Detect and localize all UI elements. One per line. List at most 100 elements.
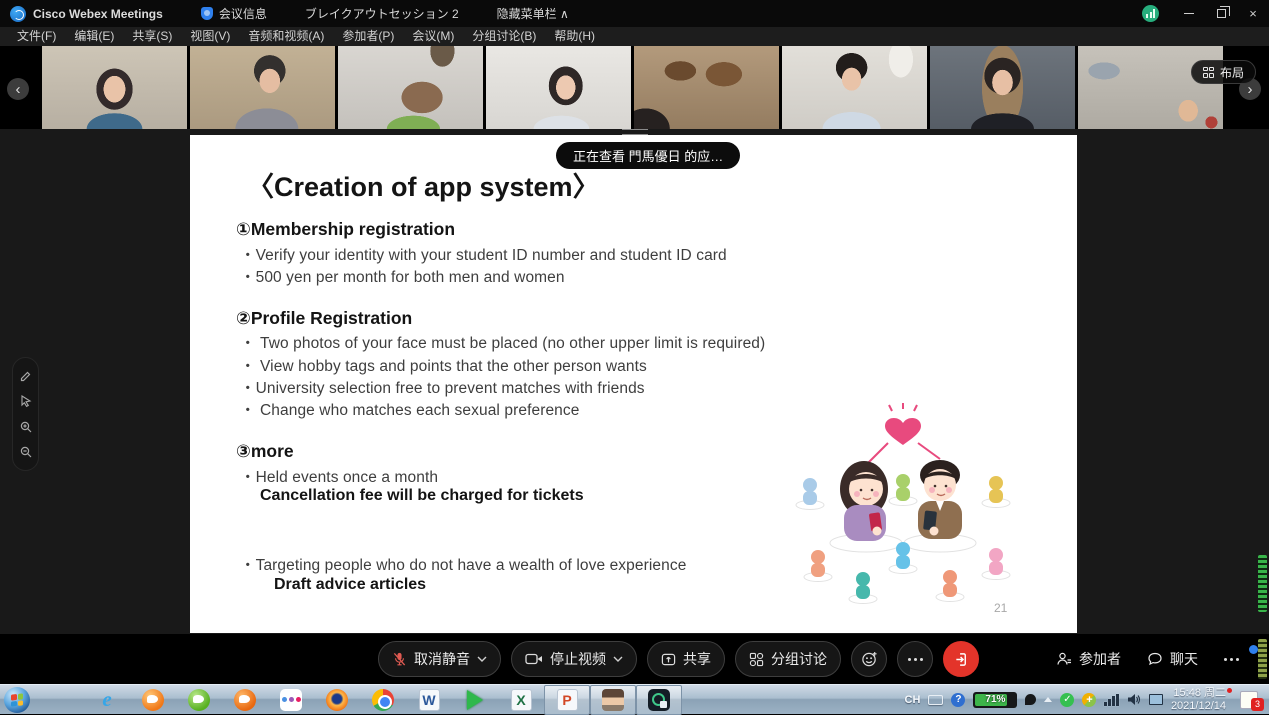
- taskbar-app-word[interactable]: W: [406, 685, 452, 715]
- uc-browser-icon: [234, 689, 256, 711]
- taskbar-app-video-player[interactable]: [452, 685, 498, 715]
- participants-label: 参加者: [1079, 649, 1121, 669]
- tray-clock[interactable]: 15:48 周二 2021/12/14: [1171, 687, 1232, 713]
- zoom-out-icon[interactable]: [19, 445, 33, 459]
- taskbar-app-excel[interactable]: X: [498, 685, 544, 715]
- notification-dot: [1249, 645, 1258, 654]
- viewing-banner: 正在查看 門馬優日 的应…: [556, 142, 740, 169]
- restore-icon: [1217, 9, 1226, 18]
- zoom-in-icon[interactable]: [19, 420, 33, 434]
- breakout-grid-icon: [749, 652, 764, 667]
- section3-bullet-1: ・Held events once a month: [240, 465, 438, 487]
- meeting-info-button[interactable]: 会议信息: [201, 5, 267, 22]
- webex-logo-icon: [10, 6, 26, 22]
- strip-scroll-left-button[interactable]: ‹: [7, 78, 29, 100]
- mic-muted-icon: [392, 651, 407, 667]
- messenger-tray-icon[interactable]: ✓: [1060, 693, 1074, 707]
- network-connection-icon[interactable]: [1149, 694, 1163, 705]
- menu-breakout[interactable]: 分组讨论(B): [463, 27, 545, 46]
- chevron-down-icon[interactable]: [477, 656, 487, 662]
- network-signal-icon[interactable]: [1104, 694, 1119, 706]
- restore-button[interactable]: [1205, 0, 1237, 27]
- hide-menubar-button[interactable]: 隐藏菜单栏 ∧: [497, 5, 569, 22]
- taskbar-app-chat[interactable]: [590, 685, 636, 715]
- menu-help[interactable]: 帮助(H): [545, 27, 604, 46]
- menu-share[interactable]: 共享(S): [123, 27, 181, 46]
- section1-heading: ①Membership registration: [236, 219, 455, 240]
- help-icon[interactable]: ?: [951, 693, 965, 707]
- taskbar-app-webex[interactable]: [636, 685, 682, 715]
- participant-video-7[interactable]: [930, 46, 1075, 129]
- tray-time: 15:48 周二: [1171, 687, 1226, 700]
- keyboard-icon[interactable]: [928, 695, 943, 705]
- app-title: Cisco Webex Meetings: [33, 7, 163, 21]
- menu-edit[interactable]: 编辑(E): [65, 27, 123, 46]
- unmute-button[interactable]: 取消静音: [378, 641, 501, 677]
- camera-icon: [525, 652, 543, 666]
- show-hidden-icons-button[interactable]: [1044, 697, 1052, 702]
- power-plug-icon: [1025, 694, 1036, 705]
- layout-button[interactable]: 布局: [1191, 60, 1256, 84]
- battery-indicator[interactable]: 71%: [973, 692, 1017, 708]
- menu-audio-video[interactable]: 音频和视频(A): [239, 27, 333, 46]
- chat-app-icon: [602, 689, 624, 711]
- stop-video-label: 停止视频: [550, 649, 606, 669]
- taskbar-app-green-browser[interactable]: [176, 685, 222, 715]
- battery-percent: 71%: [973, 694, 1017, 705]
- shared-content-stage: 正在查看 門馬優日 的应… 〈Creation of app system〉 ①…: [0, 129, 1269, 634]
- leave-meeting-button[interactable]: [943, 641, 979, 677]
- input-language-indicator[interactable]: CH: [905, 694, 921, 706]
- annotation-toolbar: [12, 357, 39, 471]
- breakout-label: 分组讨论: [771, 649, 827, 669]
- remote-control-icon[interactable]: [19, 394, 33, 408]
- security-shield-icon[interactable]: +: [1082, 693, 1096, 707]
- taskbar-app-powerpoint[interactable]: P: [544, 685, 590, 715]
- menu-participants[interactable]: 参加者(P): [333, 27, 403, 46]
- chat-panel-button[interactable]: 聊天: [1147, 649, 1198, 669]
- word-icon: W: [419, 689, 440, 711]
- menu-view[interactable]: 视图(V): [181, 27, 239, 46]
- presentation-slide: 〈Creation of app system〉 ①Membership reg…: [190, 135, 1077, 633]
- section3-heading: ③more: [236, 441, 294, 462]
- taskbar-app-uc[interactable]: [222, 685, 268, 715]
- participant-video-3[interactable]: [338, 46, 483, 129]
- stop-video-button[interactable]: 停止视频: [511, 641, 637, 677]
- taskbar-app-chrome[interactable]: [360, 685, 406, 715]
- notes-app-icon[interactable]: 3: [1240, 691, 1258, 709]
- menu-meeting[interactable]: 会议(M): [403, 27, 463, 46]
- speaker-icon[interactable]: [1127, 693, 1141, 706]
- participant-video-1[interactable]: [42, 46, 187, 129]
- annotate-pen-icon[interactable]: [19, 369, 33, 383]
- chevron-down-icon[interactable]: [613, 656, 623, 662]
- participant-video-5[interactable]: [634, 46, 779, 129]
- panel-more-button[interactable]: [1224, 658, 1239, 661]
- breakout-button[interactable]: 分组讨论: [735, 641, 841, 677]
- taskbar-app-utilities[interactable]: [38, 685, 84, 715]
- close-button[interactable]: ×: [1237, 0, 1269, 27]
- taskbar-app-store[interactable]: [268, 685, 314, 715]
- section3-bold-note-2: Draft advice articles: [274, 576, 426, 594]
- menu-file[interactable]: 文件(F): [8, 27, 65, 46]
- minimize-button[interactable]: [1173, 0, 1205, 27]
- reactions-button[interactable]: [851, 641, 887, 677]
- green-browser-icon: [188, 689, 210, 711]
- taskbar-app-firefox[interactable]: [314, 685, 360, 715]
- section1-bullet-2: ・500 yen per month for both men and wome…: [240, 265, 565, 287]
- participant-video-4[interactable]: [486, 46, 631, 129]
- start-button[interactable]: [4, 687, 30, 713]
- participant-video-2[interactable]: [190, 46, 335, 129]
- participant-video-8[interactable]: [1078, 46, 1223, 129]
- window-controls: ×: [1142, 0, 1269, 27]
- panel-controls: 参加者 聊天: [1056, 641, 1239, 677]
- section1-bullet-1: ・Verify your identity with your student …: [240, 243, 727, 265]
- participant-video-6[interactable]: [782, 46, 927, 129]
- utilities-app-icon: [51, 690, 71, 710]
- more-options-button[interactable]: [897, 641, 933, 677]
- section2-bullet-1: ・ Two photos of your face must be placed…: [240, 331, 765, 353]
- taskbar-app-sogou[interactable]: [130, 685, 176, 715]
- participants-panel-button[interactable]: 参加者: [1056, 649, 1121, 669]
- share-button[interactable]: 共享: [647, 641, 725, 677]
- connection-quality-icon[interactable]: [1142, 5, 1159, 22]
- leave-icon: [954, 652, 969, 667]
- taskbar-app-ie[interactable]: e: [84, 685, 130, 715]
